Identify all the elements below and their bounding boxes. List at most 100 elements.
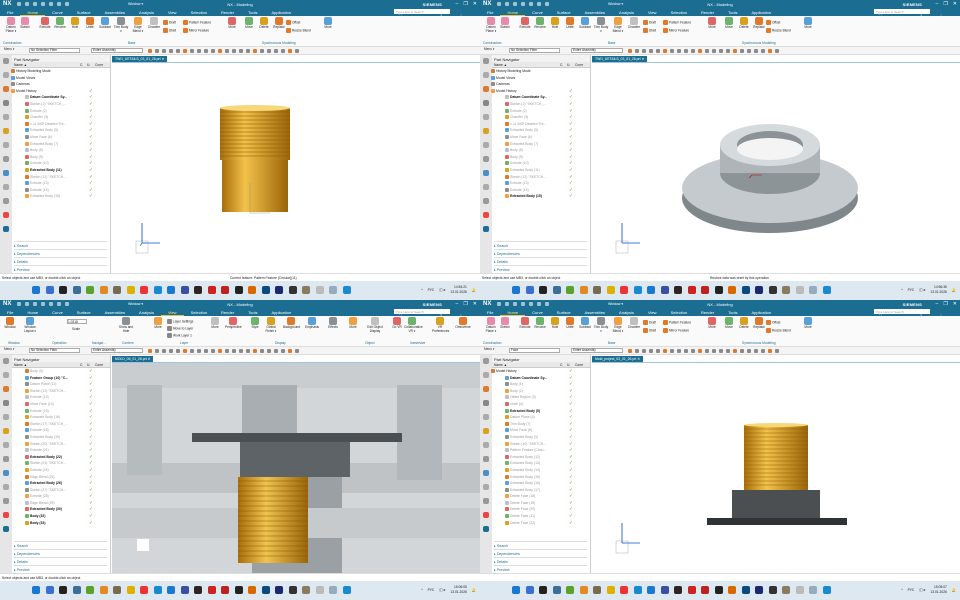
hd3d-icon[interactable] — [3, 128, 9, 134]
ribbon-item-pattern-feature[interactable]: Pattern Feature — [183, 20, 211, 25]
tab-home[interactable]: Home — [20, 308, 45, 316]
tree-node[interactable]: Extracted Body (17) ✓ — [492, 487, 590, 494]
assembly-navigator-icon[interactable] — [483, 72, 489, 78]
tree-node[interactable]: Extracted Body (26) ✓ — [12, 480, 110, 487]
toolbar-icon[interactable] — [691, 349, 695, 353]
part-navigator-icon[interactable] — [3, 100, 9, 106]
toolbar-icon[interactable] — [204, 49, 208, 53]
column-header[interactable]: U. — [87, 363, 90, 367]
taskbar-app-icon[interactable] — [755, 286, 763, 294]
ribbon-button-background[interactable]: Background — [283, 317, 300, 339]
tree-node[interactable]: Sketch (1) "SKETCH_... ✓ — [492, 101, 590, 108]
taskbar-app-icon[interactable] — [261, 586, 270, 594]
toolbar-icon[interactable] — [670, 49, 674, 53]
taskbar-app-icon[interactable] — [234, 286, 243, 294]
clock[interactable]: 14:56:36 13.01.2026 — [930, 285, 947, 294]
taskbar-app-icon[interactable] — [180, 286, 189, 294]
ribbon-item-pattern-feature[interactable]: Pattern Feature — [663, 320, 691, 325]
ribbon-button-sketch[interactable]: Sketch — [497, 17, 513, 39]
ribbon-button-more[interactable]: More — [224, 17, 240, 39]
toolbar-icon[interactable] — [211, 49, 215, 53]
clock-icon[interactable] — [483, 498, 489, 504]
assembly-navigator-icon[interactable] — [3, 72, 9, 78]
tree-node[interactable]: Datum Plane (6) ✓ — [492, 414, 590, 421]
taskbar-app-icon[interactable] — [234, 586, 243, 594]
tree-node[interactable]: Extrude (28) ✓ — [12, 493, 110, 500]
ribbon-button-trim-body-[interactable]: Trim Body ▾ — [593, 317, 609, 339]
role-icon[interactable] — [483, 484, 489, 490]
tab-home[interactable]: Home — [500, 8, 526, 16]
tray-overflow-icon[interactable]: ^ — [421, 288, 423, 292]
notification-bell-icon[interactable]: 🔔 — [472, 288, 476, 292]
ribbon-button-replace[interactable]: Replace — [751, 17, 767, 39]
ribbon-button-unite[interactable]: Unite — [562, 317, 578, 339]
ribbon-item-shell[interactable]: Shell — [643, 328, 656, 333]
tree-node[interactable]: Extracted Body (5) ✓ — [492, 127, 590, 134]
ribbon-item-offset[interactable]: Offset — [766, 320, 780, 325]
taskbar-app-icon[interactable] — [153, 586, 162, 594]
tab-file[interactable]: File — [0, 308, 20, 316]
tab-render[interactable]: Render — [694, 308, 721, 316]
toolbar-icon[interactable] — [260, 49, 264, 53]
taskbar-app-icon[interactable] — [809, 286, 817, 294]
ribbon-button-subtract[interactable]: Subtract — [577, 317, 593, 339]
tab-selection[interactable]: Selection — [184, 8, 214, 16]
tree-node[interactable]: Body (8) ✓ — [492, 147, 590, 154]
tab-tools[interactable]: Tools — [241, 308, 264, 316]
column-header[interactable]: Name ▲ — [494, 63, 507, 67]
ribbon-item-layer-settings[interactable]: Layer Settings — [167, 319, 193, 324]
tab-file[interactable]: File — [480, 308, 500, 316]
ribbon-button-delete[interactable]: Delete — [736, 317, 752, 339]
restore-button[interactable]: ❐ — [463, 301, 467, 307]
tree-node[interactable]: Trim Body (7) ✓ — [492, 421, 590, 428]
toolbar-icon[interactable] — [775, 49, 779, 53]
toolbar-icon[interactable] — [281, 49, 285, 53]
ribbon-button-unite[interactable]: Unite — [82, 17, 98, 39]
column-header[interactable]: U. — [567, 363, 570, 367]
navigator-section-search[interactable]: ▸ Search — [14, 241, 107, 248]
toolbar-icon[interactable] — [246, 349, 250, 353]
tab-surface[interactable]: Surface — [550, 8, 578, 16]
navigator-section-preview[interactable]: ▸ Preview — [14, 265, 107, 272]
reuse-library-icon[interactable] — [483, 114, 489, 120]
ribbon-button-move[interactable]: Move — [721, 317, 737, 339]
toolbar-icon[interactable] — [754, 349, 758, 353]
scope-dropdown[interactable]: Entire Assembly — [571, 48, 623, 53]
tree-node[interactable]: Extracted Body (22) ✓ — [12, 454, 110, 461]
gear-icon[interactable] — [3, 58, 9, 64]
column-header[interactable]: Name ▲ — [14, 363, 27, 367]
ribbon-button-vr-preferences[interactable]: VR Preferences — [432, 317, 449, 339]
scope-dropdown[interactable]: Entire Assembly — [91, 348, 143, 353]
toolbar-icon[interactable] — [719, 349, 723, 353]
selection-filter-dropdown[interactable]: No Selection Filter — [29, 348, 80, 353]
tab-assemblies[interactable]: Assemblies — [98, 308, 132, 316]
gear-icon[interactable] — [483, 358, 489, 364]
taskbar-app-icon[interactable] — [512, 286, 520, 294]
k-icon[interactable] — [483, 526, 489, 532]
process-icon[interactable] — [3, 170, 9, 176]
toolbar-icon[interactable] — [239, 49, 243, 53]
tab-tools[interactable]: Tools — [721, 308, 744, 316]
tab-assemblies[interactable]: Assemblies — [98, 8, 132, 16]
ribbon-button-hole[interactable]: Hole — [547, 17, 563, 39]
tree-node[interactable]: Delete Face (21) ✓ — [492, 513, 590, 520]
tray-overflow-icon[interactable]: ^ — [901, 588, 903, 592]
model-flange[interactable] — [592, 63, 960, 274]
toolbar-icon[interactable] — [684, 349, 688, 353]
tree-node[interactable]: Move Face (6) ✓ — [12, 134, 110, 141]
tree-node[interactable]: Chamfer (3) ✓ — [12, 114, 110, 121]
taskbar-app-icon[interactable] — [261, 286, 270, 294]
tab-selection[interactable]: Selection — [184, 308, 214, 316]
tab-assemblies[interactable]: Assemblies — [578, 308, 612, 316]
toolbar-icon[interactable] — [148, 349, 152, 353]
column-header[interactable]: U. — [567, 63, 570, 67]
toolbar-icon[interactable] — [253, 349, 257, 353]
history-icon[interactable] — [483, 156, 489, 162]
taskbar-app-icon[interactable] — [782, 286, 790, 294]
reuse-library-icon[interactable] — [483, 414, 489, 420]
tab-home[interactable]: Home — [20, 8, 46, 16]
toolbar-icon[interactable] — [642, 49, 646, 53]
navigator-section-dependencies[interactable]: ▸ Dependencies — [14, 249, 107, 256]
reuse-library-icon[interactable] — [3, 414, 9, 420]
toolbar-icon[interactable] — [649, 49, 653, 53]
